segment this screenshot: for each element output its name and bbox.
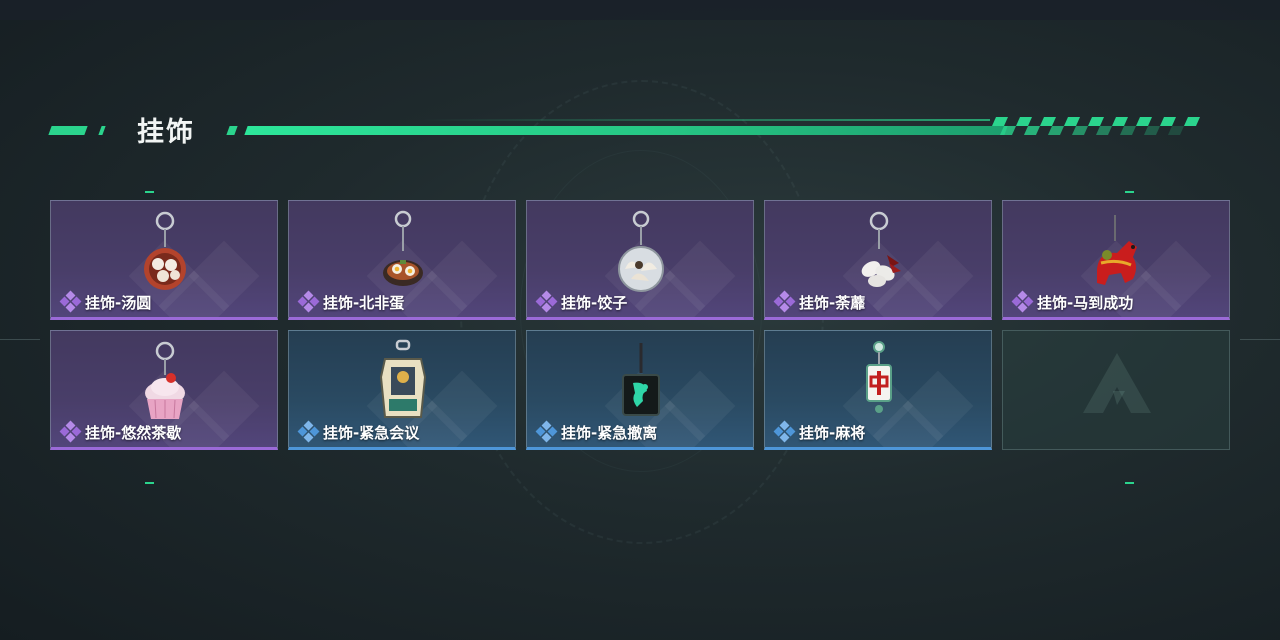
- header-thin-line: [420, 119, 990, 121]
- frame-corner-mark: [1125, 191, 1134, 193]
- header-accent-bar: [244, 126, 1008, 135]
- frame-corner-mark: [1125, 482, 1134, 484]
- header-accent-tick: [98, 126, 106, 135]
- rarity-blue-icon: [535, 420, 558, 443]
- frame-corner-mark: [145, 482, 154, 484]
- charm-name: 挂饰-悠然茶歇: [85, 423, 182, 442]
- card-label-row: 挂饰-饺子: [535, 290, 628, 313]
- charm-card[interactable]: 挂饰-北非蛋: [288, 200, 516, 320]
- charm-name: 挂饰-马到成功: [1037, 293, 1134, 312]
- frame-side-line: [1240, 339, 1280, 340]
- card-label-row: 挂饰-麻将: [773, 420, 866, 443]
- charm-name: 挂饰-紧急会议: [323, 423, 420, 442]
- rarity-purple-icon: [59, 290, 82, 313]
- empty-slot-logo-icon: [1083, 353, 1151, 413]
- red-horse-charm-icon: [1097, 215, 1137, 285]
- meeting-sign-charm-icon: [379, 339, 427, 418]
- card-label-row: 挂饰-马到成功: [1011, 290, 1134, 313]
- card-label-row: 挂饰-悠然茶歇: [59, 420, 182, 443]
- charm-name: 挂饰-紧急撤离: [561, 423, 658, 442]
- rarity-purple-icon: [59, 420, 82, 443]
- charm-grid: 挂饰-汤圆 挂饰-北非蛋 挂饰-饺子 挂饰-荼蘼 挂饰-马到成功 挂饰-悠然茶歇…: [50, 200, 1230, 450]
- charm-name: 挂饰-饺子: [561, 293, 628, 312]
- section-title: 挂饰: [137, 117, 195, 148]
- header-accent-tick: [226, 126, 238, 135]
- charm-card[interactable]: 挂饰-紧急撤离: [526, 330, 754, 450]
- top-bar: [0, 0, 1280, 20]
- card-label-row: 挂饰-汤圆: [59, 290, 152, 313]
- frame-corner-mark: [145, 191, 154, 193]
- charm-card[interactable]: 挂饰-悠然茶歇: [50, 330, 278, 450]
- mahjong-tile-charm-icon: [866, 341, 892, 413]
- rarity-purple-icon: [297, 290, 320, 313]
- rarity-blue-icon: [773, 420, 796, 443]
- dumpling-charm-icon: [618, 210, 664, 292]
- tangyuan-charm-icon: [144, 211, 186, 290]
- card-label-row: 挂饰-紧急会议: [297, 420, 420, 443]
- charm-card[interactable]: 挂饰-荼蘼: [764, 200, 992, 320]
- flower-charm-icon: [861, 211, 901, 287]
- rarity-purple-icon: [773, 290, 796, 313]
- card-label-row: 挂饰-紧急撤离: [535, 420, 658, 443]
- charm-name: 挂饰-北非蛋: [323, 293, 405, 312]
- evacuation-badge-charm-icon: [622, 343, 660, 416]
- charm-name: 挂饰-麻将: [799, 423, 866, 442]
- card-label-row: 挂饰-荼蘼: [773, 290, 866, 313]
- charm-name: 挂饰-汤圆: [85, 293, 152, 312]
- rarity-blue-icon: [297, 420, 320, 443]
- rarity-purple-icon: [1011, 290, 1034, 313]
- header-accent-dash: [48, 126, 88, 135]
- cupcake-charm-icon: [145, 341, 185, 419]
- charm-card[interactable]: 挂饰-汤圆: [50, 200, 278, 320]
- charm-name: 挂饰-荼蘼: [799, 293, 866, 312]
- charm-card[interactable]: 挂饰-紧急会议: [288, 330, 516, 450]
- charm-card[interactable]: 挂饰-马到成功: [1002, 200, 1230, 320]
- empty-charm-slot[interactable]: [1002, 330, 1230, 450]
- header-checker-pattern: [992, 117, 1200, 135]
- charm-card[interactable]: 挂饰-麻将: [764, 330, 992, 450]
- rarity-purple-icon: [535, 290, 558, 313]
- charm-card[interactable]: 挂饰-饺子: [526, 200, 754, 320]
- frame-side-line: [0, 339, 40, 340]
- shakshuka-charm-icon: [383, 210, 423, 286]
- card-label-row: 挂饰-北非蛋: [297, 290, 405, 313]
